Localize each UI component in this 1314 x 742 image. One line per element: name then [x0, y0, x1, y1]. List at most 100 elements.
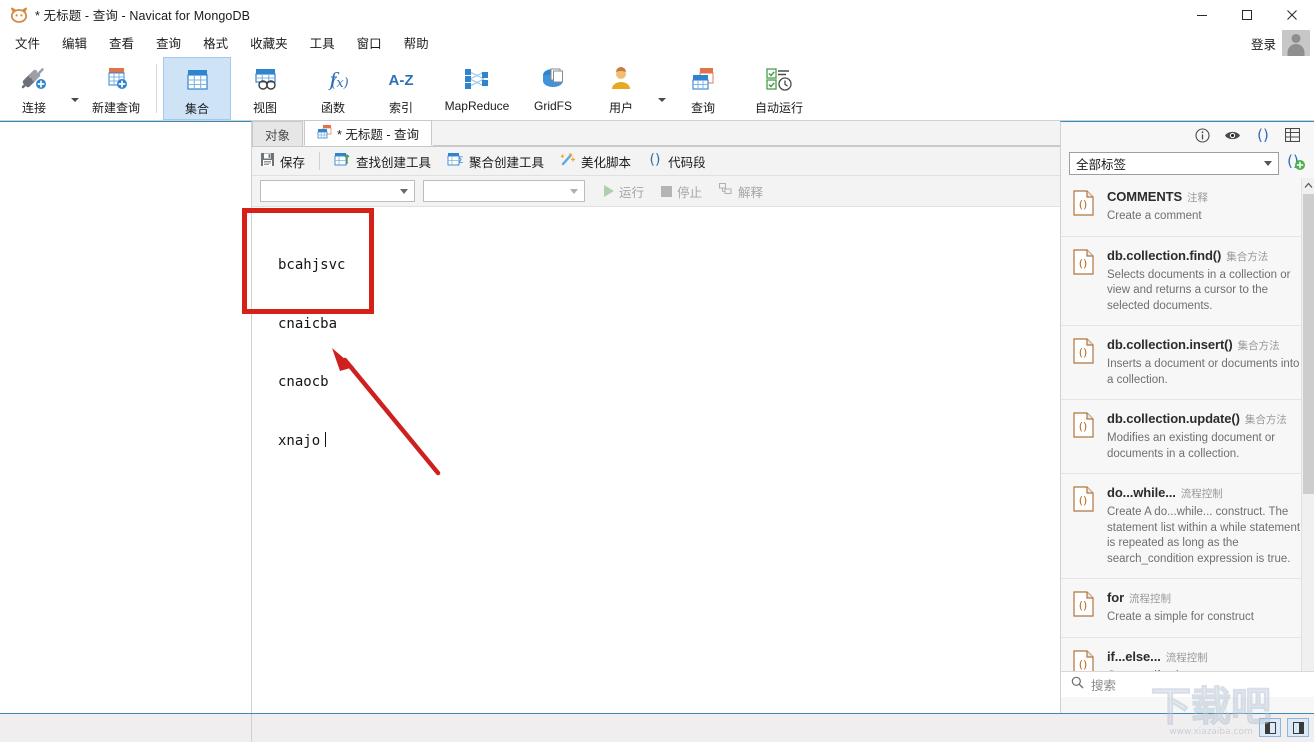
toggle-right-panel-icon[interactable] [1287, 718, 1309, 737]
login-area: 登录 [1251, 29, 1314, 57]
list-item[interactable]: () db.collection.update()集合方法 Modifies a… [1061, 400, 1314, 474]
aggregate-builder-button[interactable]: Σ 聚合创建工具 [439, 150, 552, 173]
svg-text:(): () [1257, 128, 1269, 143]
list-item-body: COMMENTS注释 Create a comment [1107, 188, 1302, 225]
window-title: * 无标题 - 查询 - Navicat for MongoDB [35, 5, 250, 24]
save-button[interactable]: 保存 [252, 150, 313, 173]
toolbar-button-connection[interactable]: 连接 [0, 57, 68, 120]
add-snippet-icon[interactable]: () [1286, 151, 1306, 176]
search-icon [1071, 676, 1084, 694]
run-button[interactable]: 运行 [597, 180, 651, 203]
chevron-up-icon[interactable] [1302, 178, 1314, 192]
sql-editor[interactable]: bcahjsvc cnaicba cnaocb xnajo [252, 206, 1060, 713]
list-item[interactable]: () db.collection.insert()集合方法 Inserts a … [1061, 326, 1314, 400]
snippet-description: Modifies an existing document or documen… [1107, 431, 1302, 462]
user-avatar-icon[interactable] [1282, 30, 1310, 56]
window-controls [1179, 0, 1314, 29]
maximize-button[interactable] [1224, 0, 1269, 29]
svg-text:(x): (x) [331, 76, 348, 91]
toolbar-label-user: 用户 [609, 99, 633, 116]
code-paren-icon[interactable]: () [1255, 128, 1271, 143]
object-browser-panel[interactable] [0, 121, 252, 713]
toolbar-label-automation: 自动运行 [755, 99, 803, 116]
code-line-text: xnajo [278, 433, 320, 449]
info-icon[interactable] [1195, 128, 1210, 143]
list-item[interactable]: () COMMENTS注释 Create a comment [1061, 178, 1314, 237]
find-builder-button[interactable]: 查找创建工具 [326, 150, 439, 173]
menu-item-format[interactable]: 格式 [192, 29, 239, 56]
menu-bar: 文件 编辑 查看 查询 格式 收藏夹 工具 窗口 帮助 登录 [0, 29, 1314, 57]
table-icon[interactable] [1285, 128, 1300, 142]
list-item[interactable]: () db.collection.find()集合方法 Selects docu… [1061, 237, 1314, 327]
toolbar-button-view[interactable]: 视图 [231, 57, 299, 120]
connection-dropdown-caret-icon[interactable] [68, 57, 82, 120]
list-item[interactable]: () do...while...流程控制 Create A do...while… [1061, 474, 1314, 579]
tab-untitled-query[interactable]: * 无标题 - 查询 [304, 120, 432, 146]
scrollbar-thumb[interactable] [1303, 194, 1314, 494]
toolbar-button-gridfs[interactable]: GridFS [519, 57, 587, 120]
query-toolbar-separator [319, 152, 320, 170]
explain-button[interactable]: 解释 [712, 180, 770, 203]
menu-item-view[interactable]: 查看 [98, 29, 145, 56]
tab-objects[interactable]: 对象 [252, 121, 303, 146]
menu-item-edit[interactable]: 编辑 [51, 29, 98, 56]
gridfs-icon [538, 63, 568, 95]
snippet-list[interactable]: () COMMENTS注释 Create a comment () [1061, 178, 1314, 688]
connection-select[interactable] [260, 180, 415, 202]
menu-item-query[interactable]: 查询 [145, 29, 192, 56]
minimize-button[interactable] [1179, 0, 1224, 29]
run-controls: 运行 停止 解释 [597, 180, 770, 203]
list-item-heading: db.collection.find() 集合方法 [1107, 247, 1302, 265]
menu-item-file[interactable]: 文件 [4, 29, 51, 56]
main-toolbar: 连接 新建查询 [0, 57, 1314, 121]
toolbar-button-collection[interactable]: 集合 [163, 57, 231, 120]
database-select[interactable] [423, 180, 585, 202]
menu-item-window[interactable]: 窗口 [346, 29, 393, 56]
code-snippet-button[interactable]: () 代码段 [639, 150, 714, 173]
tab-objects-label: 对象 [265, 125, 290, 144]
stop-button[interactable]: 停止 [654, 180, 709, 203]
toolbar-button-automation[interactable]: 自动运行 [737, 57, 821, 120]
toolbar-button-new-query[interactable]: 新建查询 [82, 57, 150, 120]
snippet-search-box[interactable]: 搜索 [1061, 671, 1314, 697]
code-snippet-file-icon: () [1073, 188, 1097, 225]
toolbar-button-function[interactable]: f (x) 函数 [299, 57, 367, 120]
snippet-title: db.collection.find() [1107, 248, 1221, 263]
list-item[interactable]: () for流程控制 Create a simple for construct [1061, 579, 1314, 638]
list-item-heading: db.collection.update()集合方法 [1107, 410, 1302, 428]
snippet-list-scrollbar[interactable] [1301, 178, 1314, 688]
panel-toggles [1259, 718, 1309, 737]
login-link[interactable]: 登录 [1251, 34, 1276, 53]
toolbar-label-collection: 集合 [185, 100, 209, 117]
menu-item-tools[interactable]: 工具 [299, 29, 346, 56]
toggle-left-panel-icon[interactable] [1259, 718, 1281, 737]
snippet-title: COMMENTS [1107, 189, 1182, 204]
svg-text:(): () [1079, 257, 1088, 270]
close-button[interactable] [1269, 0, 1314, 29]
snippet-description: Create A do...while... construct. The st… [1107, 505, 1302, 567]
toolbar-button-query[interactable]: 查询 [669, 57, 737, 120]
snippet-title: db.collection.update() [1107, 411, 1240, 426]
svg-text:(): () [1079, 198, 1088, 211]
toolbar-button-user[interactable]: 用户 [587, 57, 655, 120]
user-dropdown-caret-icon[interactable] [655, 57, 669, 120]
toolbar-label-view: 视图 [253, 99, 277, 116]
tab-strip: 对象 * 无标题 - 查询 [252, 121, 1060, 147]
snippet-tag-filter-select[interactable]: 全部标签 [1069, 152, 1279, 175]
snippet-title: if...else... [1107, 649, 1161, 664]
snippet-category: 集合方法 [1226, 251, 1268, 263]
play-icon [604, 185, 614, 197]
toolbar-button-index[interactable]: A-Z 索引 [367, 57, 435, 120]
editor-code-content: bcahjsvc cnaicba cnaocb xnajo [278, 217, 345, 490]
toolbar-label-query: 查询 [691, 99, 715, 116]
beautify-button[interactable]: 美化脚本 [552, 150, 639, 173]
navicat-window: * 无标题 - 查询 - Navicat for MongoDB 文件 编辑 查… [0, 0, 1314, 742]
toolbar-button-mapreduce[interactable]: MapReduce [435, 57, 519, 120]
menu-item-help[interactable]: 帮助 [393, 29, 440, 56]
eye-icon[interactable] [1224, 129, 1241, 142]
list-item-body: db.collection.insert()集合方法 Inserts a doc… [1107, 336, 1302, 388]
code-snippet-file-icon: () [1073, 247, 1097, 315]
collection-icon [182, 64, 212, 96]
menu-item-favorites[interactable]: 收藏夹 [239, 29, 299, 56]
tab-untitled-query-label: * 无标题 - 查询 [337, 124, 419, 143]
